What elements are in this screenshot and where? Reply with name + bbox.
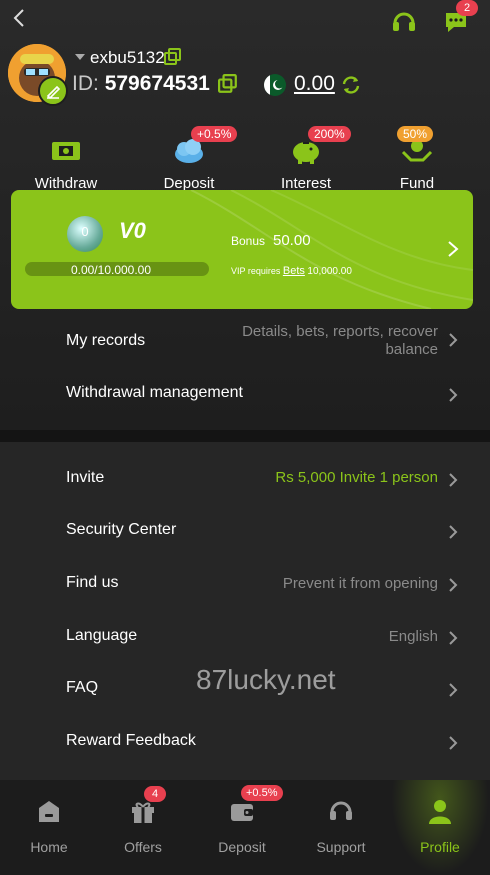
menu-row-language-value: English — [388, 628, 438, 645]
messages-button[interactable]: 2 — [442, 0, 478, 36]
withdraw-button[interactable]: Withdraw — [16, 128, 116, 192]
vip-medal-icon: 0 — [67, 216, 103, 252]
menu-row-language[interactable]: Language English — [0, 611, 490, 663]
nav-profile[interactable]: Profile — [391, 780, 489, 875]
my-records-row[interactable]: My records Details, bets, reports, recov… — [0, 316, 490, 366]
fund-badge: 50% — [397, 126, 434, 142]
menu-row-language-title: Language — [66, 627, 138, 644]
user-id-label: ID: — [72, 72, 99, 95]
chevron-right-icon — [449, 333, 458, 347]
username: exbu5132 — [90, 48, 165, 67]
bottom-nav: Home 4 Offers +0.5% Deposit Support Prof… — [0, 780, 490, 875]
nav-offers[interactable]: 4 Offers — [94, 780, 192, 875]
nav-support-label: Support — [316, 839, 366, 855]
nav-offers-badge: 4 — [144, 786, 166, 802]
headset-icon[interactable] — [390, 8, 418, 36]
refresh-icon[interactable] — [340, 74, 362, 96]
chevron-right-icon — [449, 473, 458, 487]
nav-deposit-label: Deposit — [218, 839, 266, 855]
menu-row-find-us-value: Prevent it from opening — [282, 575, 438, 592]
caret-down-icon — [75, 54, 85, 60]
nav-deposit-badge: +0.5% — [241, 785, 283, 801]
chevron-right-icon — [448, 241, 459, 257]
edit-avatar-button[interactable] — [38, 76, 68, 106]
vip-progress-text: 0.00/10.000.00 — [70, 263, 152, 277]
my-records-value: Details, bets, reports, recover balance — [242, 323, 438, 358]
copy-id-icon[interactable] — [218, 74, 238, 94]
user-id: ID: 579674531 — [72, 72, 210, 96]
menu-row-find-us-title: Find us — [66, 574, 119, 591]
nav-deposit[interactable]: +0.5% Deposit — [193, 780, 291, 875]
deposit-badge: +0.5% — [191, 126, 238, 142]
headset-icon — [330, 801, 352, 820]
vip-requires-link[interactable]: Bets — [283, 265, 305, 277]
my-records-title: My records — [66, 332, 146, 349]
nav-offers-label: Offers — [124, 839, 162, 855]
balance-value: 0.00 — [294, 72, 335, 95]
chevron-right-icon — [449, 736, 458, 750]
chevron-right-icon — [449, 631, 458, 645]
withdrawal-management-row[interactable]: Withdrawal management — [0, 368, 490, 420]
menu-row-invite[interactable]: Invite Rs 5,000 Invite 1 person — [0, 453, 490, 505]
home-icon — [39, 801, 59, 822]
menu-row-reward-feedback[interactable]: Reward Feedback — [0, 716, 490, 768]
fund-button[interactable]: 50% Fund — [367, 126, 467, 192]
vip-requirement: VIP requires Bets 10,000.00 — [231, 265, 352, 277]
menu-row-faq-title: FAQ — [66, 679, 99, 696]
menu-row-security-center-title: Security Center — [66, 521, 177, 538]
watermark: 87lucky.net — [196, 664, 336, 695]
vip-level-label: V0 — [119, 218, 146, 243]
chevron-left-icon[interactable] — [8, 6, 32, 30]
vip-requires-prefix: VIP requires — [231, 266, 281, 276]
vip-bonus-value: 50.00 — [273, 232, 311, 249]
pencil-icon — [46, 85, 61, 100]
ticket-icon — [52, 142, 80, 160]
vip-requires-value: 10,000.00 — [307, 266, 352, 277]
deposit-button[interactable]: +0.5% Deposit — [139, 126, 239, 192]
menu-row-invite-title: Invite — [66, 469, 105, 486]
vip-card[interactable]: 0 V0 0.00/10.000.00 Bonus 50.00 VIP requ… — [11, 190, 473, 309]
nav-home-label: Home — [30, 839, 68, 855]
menu-row-security-center[interactable]: Security Center — [0, 505, 490, 557]
interest-badge: 200% — [308, 126, 351, 142]
messages-badge: 2 — [456, 0, 478, 16]
section-divider — [0, 430, 490, 442]
copy-icon[interactable] — [164, 48, 182, 66]
interest-button[interactable]: 200% Interest — [256, 126, 356, 192]
menu-row-reward-feedback-title: Reward Feedback — [66, 732, 196, 749]
user-icon — [429, 800, 451, 824]
chevron-right-icon — [449, 683, 458, 697]
vip-bonus-label: Bonus — [231, 234, 266, 248]
chevron-right-icon — [449, 578, 458, 592]
nav-home[interactable]: Home — [0, 780, 98, 875]
withdrawal-management-title: Withdrawal management — [66, 384, 243, 401]
pakistan-flag-icon — [264, 74, 286, 96]
vip-level-badge: 0 — [81, 224, 89, 239]
chevron-right-icon — [449, 525, 458, 539]
nav-profile-label: Profile — [420, 839, 460, 855]
menu-row-find-us[interactable]: Find us Prevent it from opening — [0, 558, 490, 610]
menu-row-invite-value: Rs 5,000 Invite 1 person — [275, 469, 438, 486]
chevron-right-icon — [449, 388, 458, 402]
nav-support[interactable]: Support — [292, 780, 390, 875]
user-id-value: 579674531 — [104, 72, 210, 95]
